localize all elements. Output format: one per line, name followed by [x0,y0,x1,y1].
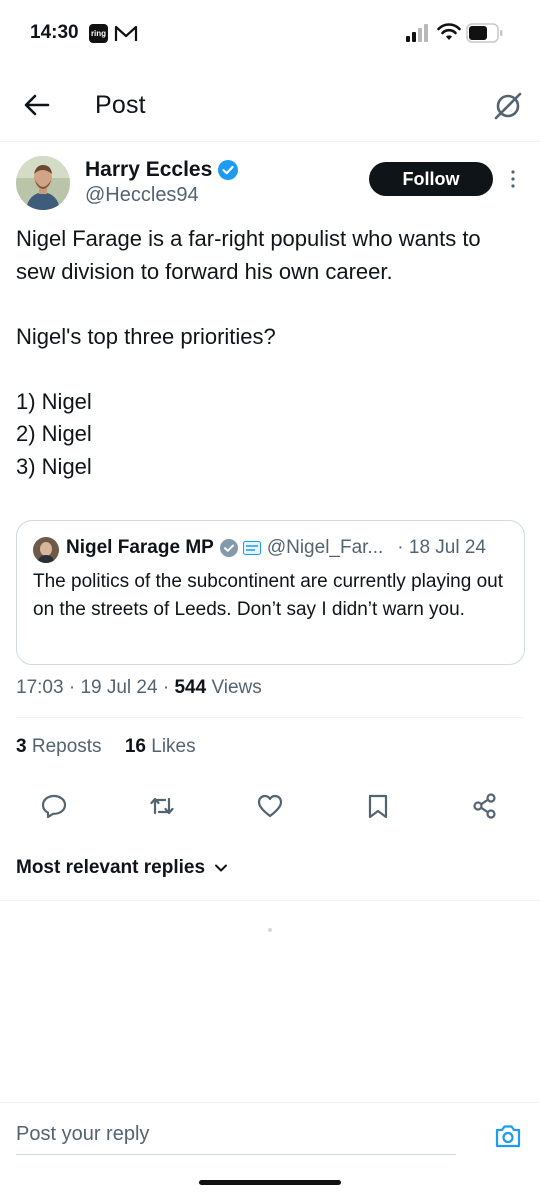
post-date: 19 Jul 24 [80,677,158,698]
author-name[interactable]: Harry Eccles [85,158,212,182]
engagement-stats: 3 Reposts 16 Likes [16,736,214,758]
quote-author-name: Nigel Farage MP [66,537,214,558]
reply-icon[interactable] [40,792,68,820]
replies-sort-label: Most relevant replies [16,857,206,878]
post-timestamp-views: 17:03 · 19 Jul 24 · 544 Views [16,677,262,698]
camera-icon[interactable] [494,1123,522,1149]
chevron-down-icon [215,864,228,872]
author-handle[interactable]: @Heccles94 [85,184,199,207]
share-icon[interactable] [471,792,499,820]
likes-count: 16 [124,736,146,757]
likes-label: Likes [151,736,196,757]
status-time: 14:30 [30,22,79,43]
ring-app-icon: ring [89,24,108,43]
quote-header: Nigel Farage MP @Nigel_Far... · 18 Jul 2… [66,537,486,559]
like-heart-icon[interactable] [256,792,284,820]
reposts-stat[interactable]: 3 Reposts [16,736,102,758]
gray-verified-badge-icon [219,539,238,557]
post-time: 17:03 [16,677,64,698]
page-title: Post [95,91,146,119]
views-count: 544 [174,677,207,698]
divider [16,717,524,718]
quote-text: The politics of the subcontinent are cur… [33,571,503,620]
top-header: Post [0,70,540,142]
grok-icon[interactable] [492,90,524,122]
author-avatar[interactable] [16,156,70,210]
divider [0,900,540,901]
verified-badge-icon [218,160,239,180]
loading-indicator [268,928,272,932]
quote-author-avatar [33,537,59,563]
author-name-row[interactable]: Harry Eccles [85,158,239,182]
home-indicator [199,1180,341,1185]
quoted-post-card[interactable]: Nigel Farage MP @Nigel_Far... · 18 Jul 2… [16,520,525,665]
back-arrow-icon[interactable] [22,90,52,120]
reposts-count: 3 [16,736,27,757]
bookmark-icon[interactable] [364,792,392,820]
likes-stat[interactable]: 16 Likes [125,736,196,758]
repost-icon[interactable] [148,792,176,820]
reply-input[interactable] [16,1115,456,1155]
post-text: Nigel Farage is a far-right populist who… [16,226,481,479]
battery-icon [466,23,503,43]
wifi-icon [437,23,461,40]
more-options-icon[interactable] [505,168,521,190]
reposts-label: Reposts [31,736,102,757]
quote-author-handle: @Nigel_Far... [266,537,384,558]
parliament-label-icon [242,541,261,555]
reply-bar [0,1102,540,1162]
action-bar [0,790,540,824]
cell-signal-icon [406,24,428,42]
mail-icon [114,25,138,41]
replies-sort-dropdown[interactable]: Most relevant replies [16,857,229,879]
quote-date: · 18 Jul 24 [397,537,487,558]
follow-button[interactable]: Follow [369,162,493,196]
views-label: Views [211,677,262,698]
status-bar: 14:30 ring [0,0,540,66]
